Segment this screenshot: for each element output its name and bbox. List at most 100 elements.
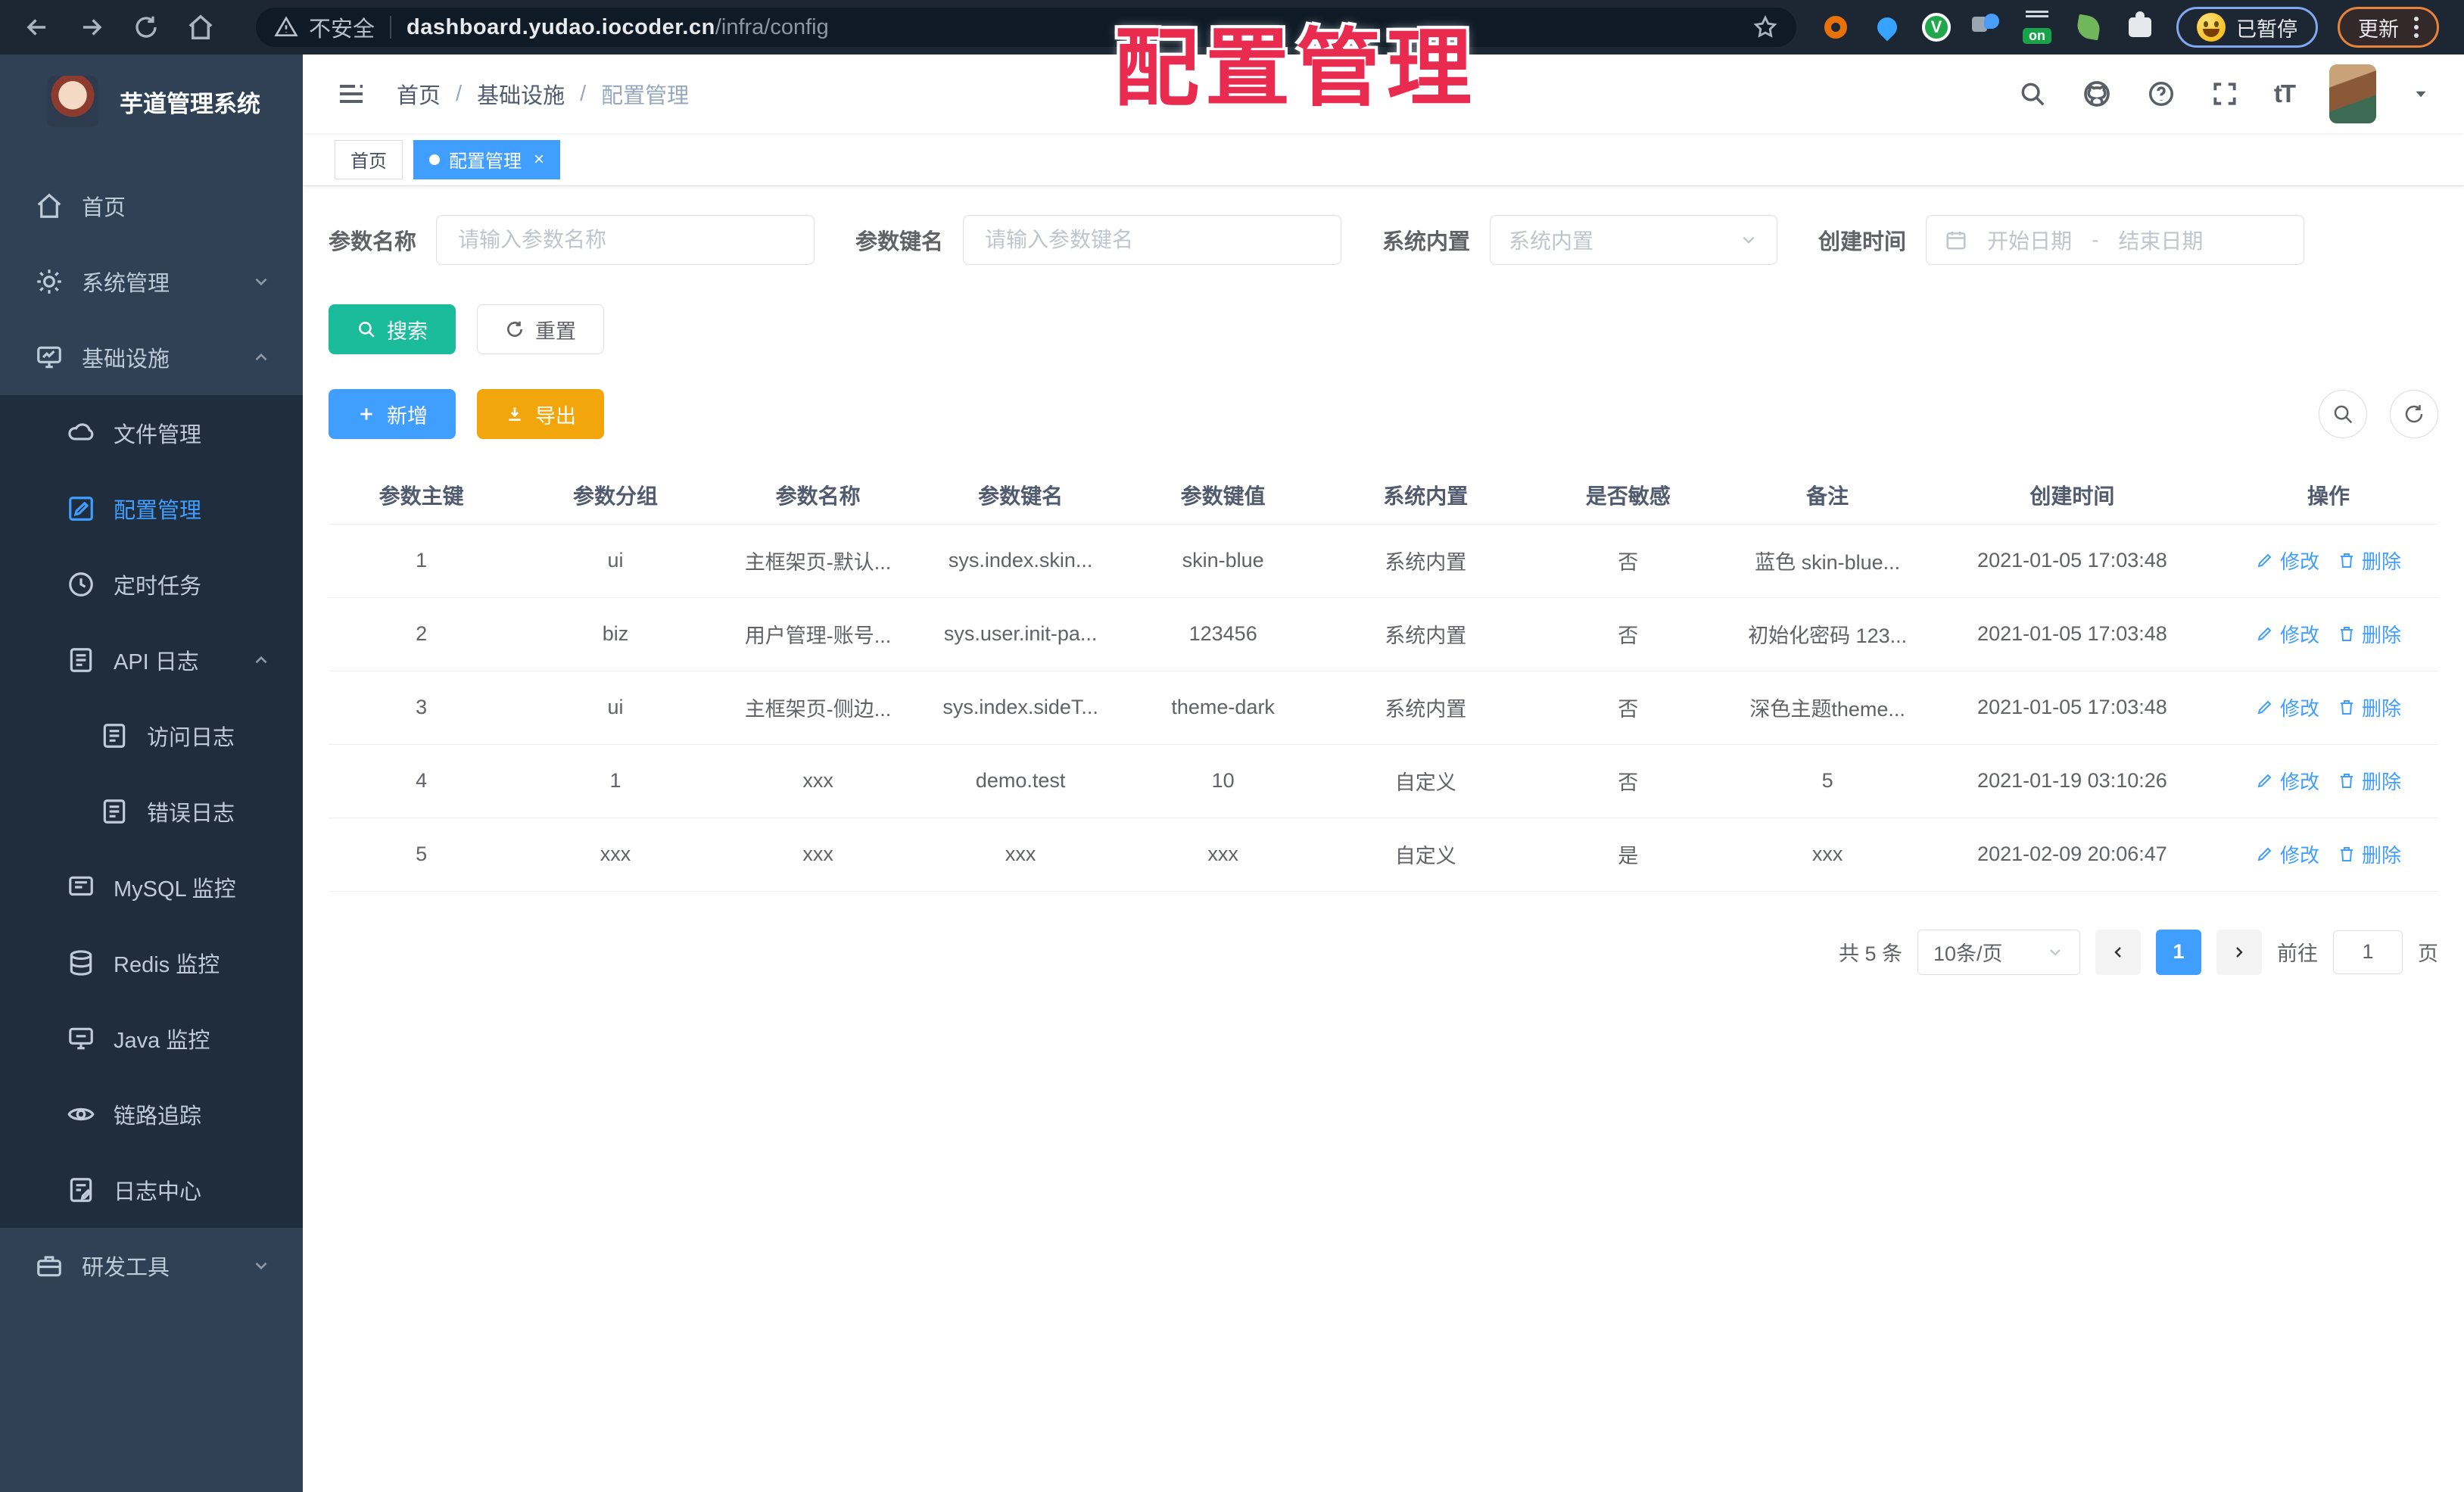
sidebar-item-scheduled-jobs[interactable]: 定时任务 xyxy=(0,547,303,622)
edit-link[interactable]: 修改 xyxy=(2256,767,2319,795)
browser-chrome: 不安全 dashboard.yudao.iocoder.cn /infra/co… xyxy=(0,0,2464,55)
help-icon[interactable] xyxy=(2147,79,2176,108)
date-range-picker[interactable]: 开始日期 - 结束日期 xyxy=(1926,215,2305,265)
delete-link[interactable]: 删除 xyxy=(2338,547,2401,575)
edit-link[interactable]: 修改 xyxy=(2256,693,2319,721)
extension-pin-icon[interactable] xyxy=(1871,11,1904,44)
sidebar-item-api-log[interactable]: API 日志 xyxy=(0,622,303,698)
extension-leaf-icon[interactable] xyxy=(2072,11,2105,44)
active-dot-icon xyxy=(429,154,440,165)
edit-link[interactable]: 修改 xyxy=(2256,840,2319,868)
sidebar-item-error-log[interactable]: 错误日志 xyxy=(0,774,303,849)
edit-link[interactable]: 修改 xyxy=(2256,620,2319,648)
briefcase-icon xyxy=(37,1256,61,1277)
caret-down-icon[interactable] xyxy=(2411,84,2431,104)
update-label: 更新 xyxy=(2358,17,2399,41)
table-row: 5 xxx xxx xxx xxx 自定义是 xxx 2021-02-09 20:06:47 … xyxy=(329,818,2438,892)
extension-on-icon[interactable]: on xyxy=(2020,11,2054,44)
sidebar-item-access-log[interactable]: 访问日志 xyxy=(0,698,303,774)
document-edit-icon xyxy=(103,799,126,824)
extension-puzzle-icon[interactable] xyxy=(2123,11,2157,44)
builtin-select[interactable]: 系统内置 xyxy=(1490,215,1778,265)
next-page-button[interactable] xyxy=(2216,929,2262,975)
close-icon[interactable]: × xyxy=(534,150,544,169)
export-button[interactable]: 导出 xyxy=(477,389,604,439)
extensions-row: V on xyxy=(1819,11,2157,44)
refresh-table-button[interactable] xyxy=(2390,390,2438,438)
forward-icon[interactable] xyxy=(74,10,109,45)
toggle-search-button[interactable] xyxy=(2319,390,2367,438)
sidebar-item-system[interactable]: 系统管理 xyxy=(0,244,303,319)
sidebar-item-tracing[interactable]: 链路追踪 xyxy=(0,1076,303,1152)
download-icon xyxy=(509,407,521,421)
edit-link[interactable]: 修改 xyxy=(2256,547,2319,575)
param-name-input[interactable] xyxy=(436,215,815,265)
sidebar-item-infra[interactable]: 基础设施 xyxy=(0,319,303,395)
col-param-key: 参数键名 xyxy=(919,466,1122,525)
delete-icon xyxy=(2341,700,2353,715)
navbar-actions: tT xyxy=(2018,64,2431,123)
sidebar-item-java-monitor[interactable]: Java 监控 xyxy=(0,1001,303,1076)
chevron-down-icon xyxy=(1743,236,1755,244)
user-avatar[interactable] xyxy=(2329,64,2376,123)
edit-icon xyxy=(2257,847,2272,861)
site-security[interactable]: 不安全 xyxy=(274,11,375,43)
divider xyxy=(390,16,392,39)
extension-donut-icon[interactable] xyxy=(1819,11,1852,44)
delete-link[interactable]: 删除 xyxy=(2338,840,2401,868)
tag-home[interactable]: 首页 xyxy=(335,139,403,179)
reset-button[interactable]: 重置 xyxy=(477,304,604,354)
app-logo-row[interactable]: 芋道管理系统 xyxy=(0,55,303,148)
top-navbar: 首页 / 基础设施 / 配置管理 tT xyxy=(303,55,2464,133)
col-actions: 操作 xyxy=(2219,466,2438,525)
back-icon[interactable] xyxy=(20,10,55,45)
sidebar-item-config-management[interactable]: 配置管理 xyxy=(0,471,303,547)
github-icon[interactable] xyxy=(2082,79,2112,109)
delete-link[interactable]: 删除 xyxy=(2338,767,2401,795)
fullscreen-icon[interactable] xyxy=(2210,79,2239,108)
sidebar-submenu-infra: 文件管理 配置管理 定时任务 API 日志 访问日志 错误日志 MySQL 监控… xyxy=(0,395,303,1228)
edit-icon xyxy=(2257,627,2272,641)
sidebar-item-dev-tools[interactable]: 研发工具 xyxy=(0,1228,303,1304)
sidebar-item-mysql-monitor[interactable]: MySQL 监控 xyxy=(0,849,303,925)
breadcrumb-home[interactable]: 首页 xyxy=(397,78,441,110)
search-icon[interactable] xyxy=(2018,79,2047,108)
goto-label: 前往 xyxy=(2277,942,2318,965)
hamburger-icon[interactable] xyxy=(336,79,366,109)
page-size-select[interactable]: 10条/页 xyxy=(1917,929,2080,975)
edit-icon xyxy=(2257,553,2272,568)
paused-label: 已暂停 xyxy=(2236,17,2297,41)
search-button[interactable]: 搜索 xyxy=(329,304,456,354)
tag-config-management[interactable]: 配置管理 × xyxy=(413,139,561,179)
sidebar-item-log-center[interactable]: 日志中心 xyxy=(0,1152,303,1228)
home-icon[interactable] xyxy=(183,10,218,45)
document-edit-icon xyxy=(70,1178,92,1202)
address-bar[interactable]: 不安全 dashboard.yudao.iocoder.cn /infra/co… xyxy=(256,8,1796,47)
search-icon xyxy=(359,322,375,338)
plus-icon xyxy=(360,408,372,420)
param-key-input[interactable] xyxy=(963,215,1342,265)
extension-squares-icon[interactable] xyxy=(1969,11,2002,44)
reload-icon[interactable] xyxy=(129,10,164,45)
table-header-row: 参数主键 参数分组 参数名称 参数键名 参数键值 系统内置 是否敏感 备注 创建… xyxy=(329,466,2438,525)
extension-check-icon[interactable]: V xyxy=(1922,13,1951,42)
sidebar-item-file-management[interactable]: 文件管理 xyxy=(0,395,303,471)
add-button[interactable]: 新增 xyxy=(329,389,456,439)
prev-page-button[interactable] xyxy=(2095,929,2141,975)
goto-page-input[interactable] xyxy=(2333,930,2403,974)
date-start-placeholder: 开始日期 xyxy=(1987,229,2073,253)
delete-link[interactable]: 删除 xyxy=(2338,693,2401,721)
paused-profile-badge[interactable]: 已暂停 xyxy=(2176,7,2318,48)
chevron-right-icon xyxy=(2236,946,2243,958)
bookmark-star-icon[interactable] xyxy=(1752,14,1778,40)
browser-update-button[interactable]: 更新 xyxy=(2338,7,2439,48)
sidebar-item-home[interactable]: 首页 xyxy=(0,168,303,244)
font-size-icon[interactable]: tT xyxy=(2274,79,2296,108)
delete-icon xyxy=(2341,627,2353,642)
breadcrumb-infra[interactable]: 基础设施 xyxy=(477,78,565,110)
page-number-current[interactable]: 1 xyxy=(2156,929,2201,975)
menu-dots-icon[interactable] xyxy=(2414,17,2419,38)
sidebar-item-redis-monitor[interactable]: Redis 监控 xyxy=(0,925,303,1001)
delete-link[interactable]: 删除 xyxy=(2338,620,2401,648)
database-icon xyxy=(70,950,92,976)
